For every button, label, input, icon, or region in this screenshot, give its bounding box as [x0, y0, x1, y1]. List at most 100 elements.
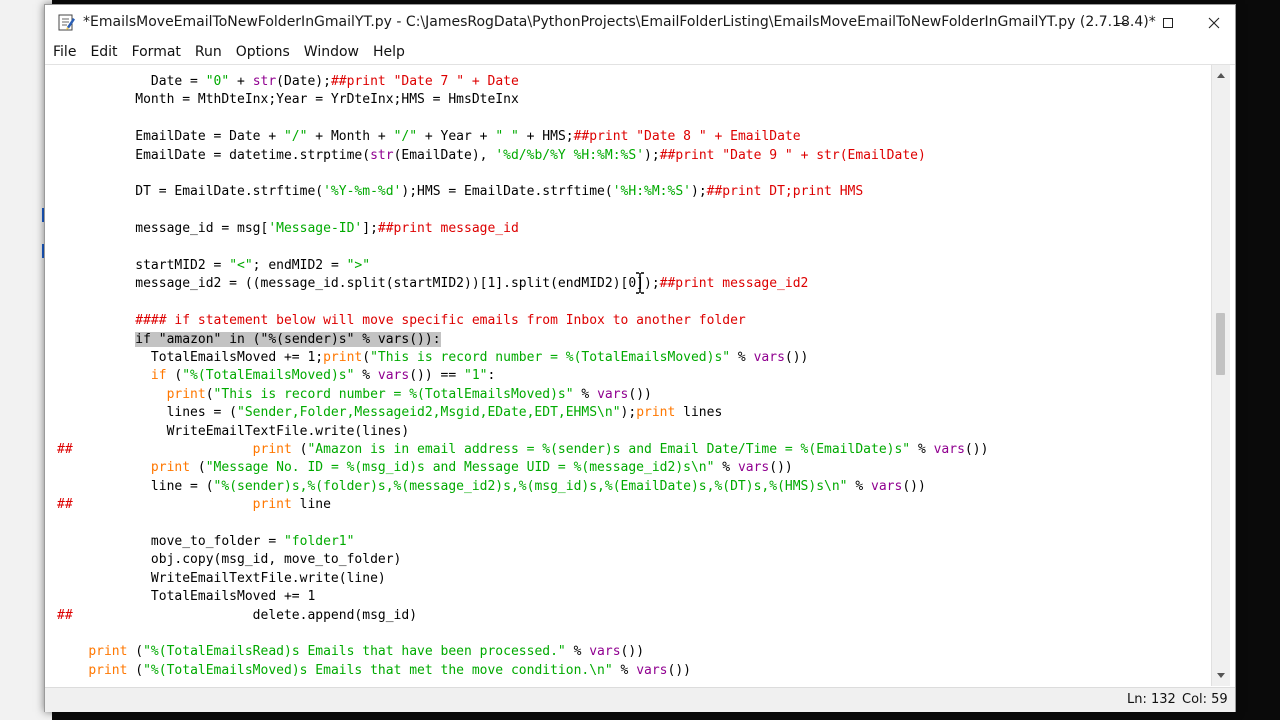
code-line[interactable]: print("This is record number = %(TotalEm…: [57, 386, 652, 404]
minimize-button[interactable]: [1099, 5, 1145, 40]
status-bar: Ln: 132 Col: 59: [45, 687, 1235, 712]
code-line[interactable]: EmailDate = Date + "/" + Month + "/" + Y…: [57, 128, 800, 146]
code-token: lines = (: [57, 405, 238, 421]
code-token: ##print "Date 9 " + str(EmailDate): [659, 147, 926, 163]
code-token: "Amazon is in email address = %(sender)s…: [307, 442, 911, 457]
code-token: str: [252, 74, 277, 89]
code-line[interactable]: obj.copy(msg_id, move_to_folder): [57, 551, 401, 569]
code-line[interactable]: message_id2 = ((message_id.split(startMI…: [57, 275, 808, 293]
menu-help[interactable]: Help: [367, 40, 411, 64]
code-token: DT = EmailDate.strftime(: [57, 184, 324, 200]
code-token: :: [487, 368, 496, 384]
menu-edit[interactable]: Edit: [84, 40, 123, 64]
code-token: startMID2 =: [57, 258, 230, 273]
code-token: delete.append(msg_id): [72, 607, 418, 623]
chevron-up-icon: [1217, 73, 1225, 78]
code-line[interactable]: DT = EmailDate.strftime('%Y-%m-%d');HMS …: [57, 183, 863, 201]
code-line[interactable]: WriteEmailTextFile.write(line): [57, 570, 386, 588]
window-title: *EmailsMoveEmailToNewFolderInGmailYT.py …: [83, 14, 1156, 30]
code-token: ">": [346, 258, 371, 273]
code-token: print: [150, 460, 191, 476]
code-token: (EmailDate),: [393, 147, 496, 163]
code-token: "%(sender)s,%(folder)s,%(message_id2)s,%…: [213, 478, 848, 494]
code-token: '%H:%M:%S': [612, 184, 691, 200]
title-bar[interactable]: *EmailsMoveEmailToNewFolderInGmailYT.py …: [45, 5, 1235, 40]
code-token: ##print message_id: [377, 221, 519, 237]
code-line[interactable]: ## print ("Amazon is in email address = …: [57, 441, 988, 459]
code-token: ##: [57, 607, 73, 623]
code-line[interactable]: if "amazon" in ("%(sender)s" % vars()):: [57, 331, 441, 349]
code-line[interactable]: WriteEmailTextFile.write(lines): [57, 423, 410, 441]
code-token: str: [370, 147, 394, 163]
code-token: %: [565, 644, 590, 660]
code-token: '%d/%b/%Y %H:%M:%S': [495, 147, 645, 163]
code-line[interactable]: TotalEmailsMoved += 1;print("This is rec…: [57, 349, 808, 367]
menu-file[interactable]: File: [47, 40, 82, 64]
code-token: "%(TotalEmailsMoved)s Emails that met th…: [143, 662, 613, 678]
code-token: +: [229, 74, 253, 89]
code-line[interactable]: #### if statement below will move specif…: [57, 312, 746, 330]
code-token: );: [691, 184, 707, 200]
code-line[interactable]: line = ("%(sender)s,%(folder)s,%(message…: [57, 478, 926, 496]
code-token: 'Message-ID': [268, 221, 363, 237]
scroll-down-button[interactable]: [1212, 668, 1230, 684]
code-line[interactable]: print ("%(TotalEmailsRead)s Emails that …: [57, 643, 644, 661]
code-token: vars: [753, 350, 785, 365]
code-token: TotalEmailsMoved += 1;: [57, 350, 324, 365]
code-token: ; endMID2 =: [252, 258, 347, 273]
code-token: #### if statement below will move specif…: [57, 313, 746, 329]
menu-window[interactable]: Window: [298, 40, 365, 64]
code-line[interactable]: move_to_folder = "folder1": [57, 533, 355, 551]
code-line[interactable]: EmailDate = datetime.strptime(str(EmailD…: [57, 147, 926, 165]
code-token: "Sender,Folder,Messageid2,Msgid,EDate,ED…: [237, 405, 621, 421]
code-line[interactable]: print ("Message No. ID = %(msg_id)s and …: [57, 459, 793, 477]
code-token: message_id2 = ((message_id.split(startMI…: [57, 276, 660, 292]
code-line[interactable]: startMID2 = "<"; endMID2 = ">": [57, 257, 370, 275]
code-line[interactable]: ## print line: [57, 496, 331, 514]
code-token: + Year +: [417, 129, 496, 145]
close-icon: [1208, 17, 1220, 28]
code-token: ()): [769, 460, 793, 476]
code-token: ()): [628, 386, 652, 402]
code-token: message_id = msg[: [57, 221, 269, 237]
maximize-icon: [1163, 17, 1173, 28]
code-line[interactable]: print ("%(TotalEmailsMoved)s Emails that…: [57, 662, 691, 680]
code-line[interactable]: Date = "0" + str(Date);##print "Date 7 "…: [57, 73, 519, 91]
close-button[interactable]: [1191, 5, 1237, 40]
vertical-scrollbar[interactable]: [1211, 65, 1230, 686]
code-token: print: [88, 644, 128, 660]
code-line[interactable]: TotalEmailsMoved += 1: [57, 588, 315, 606]
code-token: ##: [57, 497, 73, 513]
menu-format[interactable]: Format: [126, 40, 187, 64]
code-token: ];: [362, 221, 378, 237]
code-token: vars: [597, 386, 629, 402]
maximize-button[interactable]: [1145, 5, 1191, 40]
code-token: %: [730, 350, 754, 365]
code-token: print: [252, 442, 292, 457]
code-token: "Message No. ID = %(msg_id)s and Message…: [205, 460, 715, 476]
code-token: if: [150, 368, 167, 384]
scroll-up-button[interactable]: [1212, 67, 1230, 83]
code-line[interactable]: message_id = msg['Message-ID'];##print m…: [57, 220, 519, 238]
code-token: %: [612, 662, 637, 678]
code-editor[interactable]: Date = "0" + str(Date);##print "Date 7 "…: [45, 65, 1211, 686]
code-line[interactable]: if ("%(TotalEmailsMoved)s" % vars()) == …: [57, 367, 495, 385]
status-line: Ln: 132: [1127, 692, 1176, 707]
scrollbar-thumb[interactable]: [1216, 313, 1225, 375]
code-token: ()): [667, 662, 691, 678]
code-line[interactable]: Month = MthDteInx;Year = YrDteInx;HMS = …: [57, 91, 519, 109]
code-token: (: [127, 644, 144, 660]
menu-run[interactable]: Run: [189, 40, 228, 64]
code-token: vars: [737, 460, 770, 476]
status-column: Col: 59: [1182, 692, 1228, 707]
code-token: ##: [57, 442, 73, 457]
menu-options[interactable]: Options: [230, 40, 296, 64]
code-line[interactable]: ## delete.append(msg_id): [57, 607, 417, 625]
code-line[interactable]: lines = ("Sender,Folder,Messageid2,Msgid…: [57, 404, 723, 422]
code-token: EmailDate = Date +: [57, 129, 284, 145]
